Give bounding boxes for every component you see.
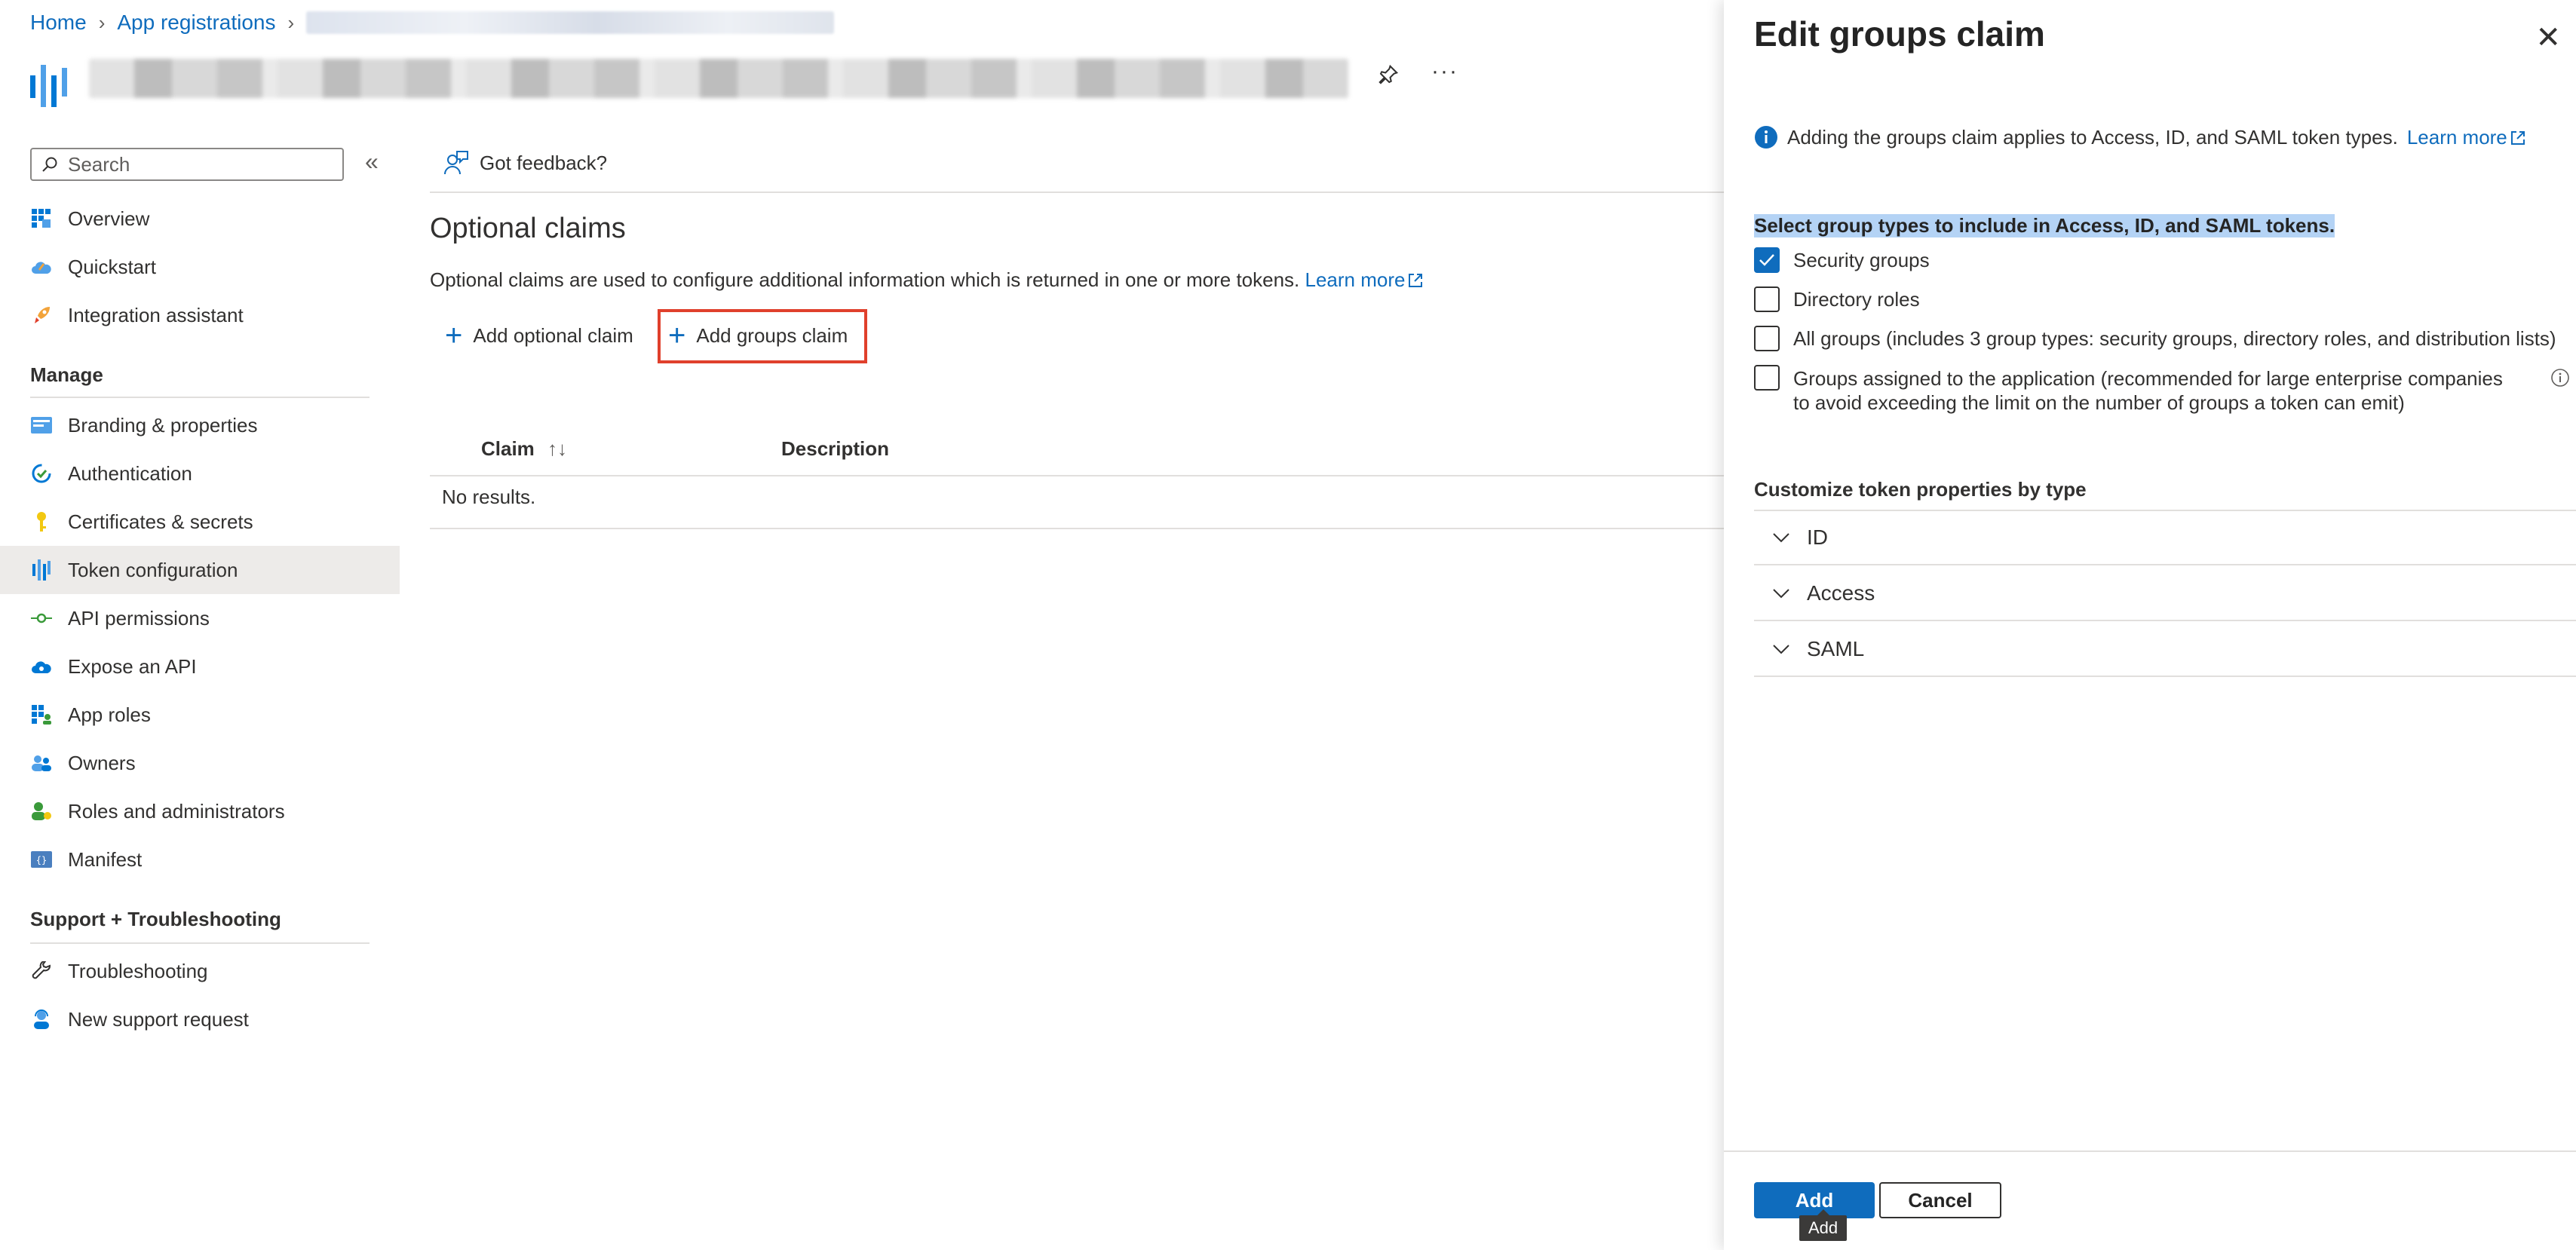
checkbox-directory-roles[interactable]: Directory roles bbox=[1754, 286, 1920, 312]
info-tooltip-icon[interactable] bbox=[2550, 368, 2570, 388]
sidebar-item-branding[interactable]: Branding & properties bbox=[0, 401, 400, 449]
sidebar-item-integration-assistant[interactable]: Integration assistant bbox=[0, 291, 400, 339]
owners-icon bbox=[30, 752, 53, 774]
edit-groups-claim-panel: Edit groups claim ✕ Adding the groups cl… bbox=[1724, 0, 2576, 1250]
add-tooltip: Add bbox=[1799, 1209, 1848, 1241]
checkbox-security-groups[interactable]: Security groups bbox=[1754, 247, 1930, 273]
checkmark-icon bbox=[1759, 254, 1774, 266]
checkbox-checked[interactable] bbox=[1754, 247, 1780, 273]
section-title: Optional claims bbox=[430, 213, 626, 244]
svg-text:{}: {} bbox=[36, 855, 47, 866]
page-title-redacted bbox=[89, 59, 1348, 98]
sidebar-heading-manage: Manage bbox=[30, 363, 103, 386]
external-link-icon bbox=[1409, 274, 1423, 287]
divider bbox=[430, 475, 1724, 476]
authentication-icon bbox=[30, 462, 53, 485]
search-icon bbox=[42, 157, 57, 172]
sidebar-item-api-permissions[interactable]: API permissions bbox=[0, 594, 400, 642]
collapse-sidebar-icon[interactable]: « bbox=[365, 148, 379, 176]
chevron-down-icon bbox=[1773, 589, 1789, 599]
breadcrumb-home[interactable]: Home bbox=[30, 11, 87, 35]
branding-icon bbox=[30, 414, 53, 437]
sort-arrows-icon: ↑↓ bbox=[547, 437, 568, 460]
breadcrumb-redacted-app-name[interactable] bbox=[306, 11, 835, 34]
learn-more-link[interactable]: Learn more bbox=[1305, 268, 1425, 291]
token-config-icon bbox=[30, 559, 53, 581]
sidebar-item-owners[interactable]: Owners bbox=[0, 739, 400, 787]
pin-icon[interactable] bbox=[1377, 63, 1400, 86]
add-optional-claim-button[interactable]: + Add optional claim bbox=[440, 320, 638, 351]
accordion-access[interactable]: Access bbox=[1754, 567, 2576, 621]
checkbox-unchecked[interactable] bbox=[1754, 286, 1780, 312]
cancel-button[interactable]: Cancel bbox=[1879, 1182, 2001, 1218]
customize-heading: Customize token properties by type bbox=[1754, 478, 2087, 501]
divider bbox=[30, 397, 370, 398]
key-icon bbox=[30, 510, 53, 533]
support-person-icon bbox=[30, 1008, 53, 1031]
external-link-icon bbox=[2510, 130, 2525, 145]
chevron-down-icon bbox=[1773, 645, 1789, 654]
accordion-saml[interactable]: SAML bbox=[1754, 623, 2576, 677]
plus-icon: + bbox=[668, 319, 686, 352]
sidebar-item-certificates[interactable]: Certificates & secrets bbox=[0, 498, 400, 546]
sidebar-item-app-roles[interactable]: App roles bbox=[0, 691, 400, 739]
manifest-icon: {} bbox=[30, 848, 53, 871]
sidebar-item-new-support-request[interactable]: New support request bbox=[0, 995, 400, 1043]
chevron-right-icon: › bbox=[287, 11, 295, 34]
sidebar-search[interactable] bbox=[30, 148, 344, 181]
sidebar-item-roles-administrators[interactable]: Roles and administrators bbox=[0, 787, 400, 835]
api-permissions-icon bbox=[30, 607, 53, 630]
divider bbox=[430, 191, 1724, 193]
divider bbox=[430, 528, 1724, 529]
checkbox-unchecked[interactable] bbox=[1754, 326, 1780, 351]
sidebar-heading-support: Support + Troubleshooting bbox=[30, 908, 281, 930]
info-message: Adding the groups claim applies to Acces… bbox=[1754, 125, 2527, 149]
cloud-api-icon bbox=[30, 655, 53, 678]
add-button[interactable]: Add bbox=[1754, 1182, 1875, 1218]
group-types-heading: Select group types to include in Access,… bbox=[1754, 214, 2335, 237]
sidebar-item-quickstart[interactable]: Quickstart bbox=[0, 243, 400, 291]
sidebar-item-token-configuration[interactable]: Token configuration bbox=[0, 546, 400, 594]
feedback-button[interactable]: Got feedback? bbox=[437, 149, 612, 176]
search-input[interactable] bbox=[66, 152, 326, 177]
plus-icon: + bbox=[445, 319, 463, 352]
checkbox-unchecked[interactable] bbox=[1754, 365, 1780, 391]
overview-grid-icon bbox=[30, 207, 53, 230]
rocket-icon bbox=[30, 304, 53, 326]
checkbox-groups-assigned[interactable]: Groups assigned to the application (reco… bbox=[1754, 365, 2516, 415]
panel-title: Edit groups claim bbox=[1754, 14, 2045, 54]
column-header-claim[interactable]: Claim ↑↓ bbox=[481, 437, 567, 461]
close-icon[interactable]: ✕ bbox=[2531, 20, 2565, 56]
wrench-icon bbox=[30, 960, 53, 982]
sidebar-item-expose-api[interactable]: Expose an API bbox=[0, 642, 400, 691]
info-icon bbox=[1755, 126, 1777, 149]
app-roles-icon bbox=[30, 703, 53, 726]
sidebar-item-authentication[interactable]: Authentication bbox=[0, 449, 400, 498]
app-registration-icon bbox=[30, 65, 67, 107]
sidebar-item-overview[interactable]: Overview bbox=[0, 195, 400, 243]
feedback-person-icon bbox=[444, 151, 468, 175]
section-description: Optional claims are used to configure ad… bbox=[430, 268, 1424, 292]
sidebar-item-manifest[interactable]: {} Manifest bbox=[0, 835, 400, 884]
more-options-icon[interactable]: ··· bbox=[1431, 59, 1458, 84]
chevron-down-icon bbox=[1773, 533, 1789, 543]
breadcrumb: Home › App registrations › bbox=[30, 11, 835, 35]
accordion-id[interactable]: ID bbox=[1754, 511, 2576, 565]
checkbox-all-groups[interactable]: All groups (includes 3 group types: secu… bbox=[1754, 326, 2556, 351]
add-groups-claim-button[interactable]: + Add groups claim bbox=[664, 320, 852, 351]
divider bbox=[30, 942, 370, 944]
panel-learn-more-link[interactable]: Learn more bbox=[2407, 126, 2527, 149]
divider bbox=[1724, 1150, 2576, 1152]
sidebar-item-troubleshooting[interactable]: Troubleshooting bbox=[0, 947, 400, 995]
roles-admins-icon bbox=[30, 800, 53, 823]
column-header-description: Description bbox=[781, 437, 890, 460]
cloud-rocket-icon bbox=[30, 256, 53, 278]
table-empty-message: No results. bbox=[442, 486, 536, 508]
breadcrumb-app-registrations[interactable]: App registrations bbox=[117, 11, 275, 35]
chevron-right-icon: › bbox=[98, 11, 106, 34]
